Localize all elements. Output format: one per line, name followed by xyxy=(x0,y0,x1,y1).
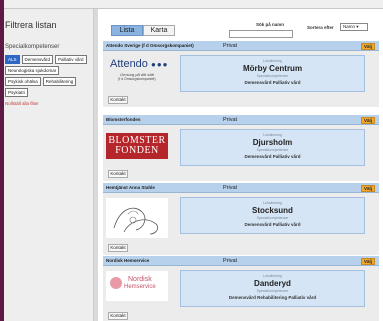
provider-name: Nordisk Hemservice xyxy=(106,258,150,263)
choose-button[interactable]: Välj xyxy=(361,116,375,124)
choose-button[interactable]: Välj xyxy=(361,257,375,265)
card-header: Attendo Sverige (f d Omsorgskompaniet) P… xyxy=(103,41,379,51)
provider-card: Nordisk Hemservice Privat Välj Nordisk H… xyxy=(103,256,379,321)
provider-type: Privat xyxy=(223,116,238,123)
location-label: Lokalisering xyxy=(263,59,282,63)
logo-wordmark-top: Nordisk xyxy=(128,276,152,283)
tag-psykiatri[interactable]: Psykiatri xyxy=(5,88,29,97)
choose-button[interactable]: Välj xyxy=(361,42,375,50)
tag-psykisk-ohalsa[interactable]: Psykisk ohälsa xyxy=(5,77,41,86)
nordisk-hemservice-logo: Nordisk Hemservice xyxy=(106,271,168,301)
location-box: Lokalisering Stocksund Specialkompetense… xyxy=(180,197,365,234)
location-box: Lokalisering Mörby Centrum Specialkompet… xyxy=(180,55,365,92)
logo-rings-icon: ●●● xyxy=(150,60,169,69)
clear-filters-link[interactable]: Nollställ alla filter xyxy=(5,101,39,106)
search-input[interactable] xyxy=(229,30,293,38)
map-view-button[interactable]: Karta xyxy=(143,25,175,36)
location-city: Danderyd xyxy=(254,279,291,288)
specialty-tag-list: ALS Demensvård Palliativ vård Neurologis… xyxy=(5,55,91,97)
tag-palliativ-vard[interactable]: Palliativ vård xyxy=(55,55,87,64)
list-view-button[interactable]: Lista xyxy=(111,25,143,36)
top-bar xyxy=(4,0,383,9)
flower-icon xyxy=(110,277,122,289)
specialties-list: Demensvård Palliativ vård xyxy=(244,80,301,85)
specialties-list: Demensvård Palliativ vård xyxy=(244,154,301,159)
provider-type: Privat xyxy=(223,257,238,264)
location-label: Lokalisering xyxy=(263,133,282,137)
provider-card: Blomsterfonden Privat Välj BLOMSTER FOND… xyxy=(103,115,379,181)
tag-als[interactable]: ALS xyxy=(5,55,20,64)
hands-sketch-icon xyxy=(113,207,158,235)
logo-wordmark: Attendo xyxy=(110,58,148,70)
location-box: Lokalisering Djursholm Specialkompetense… xyxy=(180,129,365,166)
provider-type: Privat xyxy=(223,42,238,49)
sort-label: Sortera efter xyxy=(307,25,334,30)
location-city: Mörby Centrum xyxy=(242,64,303,73)
provider-type: Privat xyxy=(223,184,238,191)
logo-subtitle: (f d Omsorgskompaniet) xyxy=(118,77,156,81)
provider-name: Blomsterfonden xyxy=(106,117,141,122)
specialties-list: Demensvård Rehabilitering Palliativ vård xyxy=(228,295,317,300)
card-header: Nordisk Hemservice Privat Välj xyxy=(103,256,379,266)
specialties-heading: Specialkompetenser xyxy=(256,148,289,152)
main-content: Lista Karta Sök på namn Sortera efter Na… xyxy=(98,9,383,321)
attendo-logo: Attendo ●●● Omsorg på ditt sätt (f d Oms… xyxy=(106,55,168,93)
contact-button[interactable]: Kontakt xyxy=(108,312,128,320)
tag-rehabilitering[interactable]: Rehabilitering xyxy=(42,77,77,86)
blomsterfonden-logo: BLOMSTER FONDEN xyxy=(106,133,168,159)
contact-button[interactable]: Kontakt xyxy=(108,96,128,104)
provider-card: Attendo Sverige (f d Omsorgskompaniet) P… xyxy=(103,41,379,107)
logo-wordmark-bottom: FONDEN xyxy=(115,145,159,156)
provider-name: Hemtjänst Anna Stahle xyxy=(106,185,155,190)
tag-neurologiska-sjukdomar[interactable]: Neurologiska sjukdomar xyxy=(5,66,60,75)
contact-button[interactable]: Kontakt xyxy=(108,170,128,178)
search-label: Sök på namn xyxy=(256,22,285,27)
tag-demensvard[interactable]: Demensvård xyxy=(21,55,54,64)
card-header: Blomsterfonden Privat Välj xyxy=(103,115,379,125)
logo-wordmark-bottom: Hemservice xyxy=(124,284,156,290)
location-label: Lokalisering xyxy=(263,201,282,205)
location-label: Lokalisering xyxy=(263,274,282,278)
sketch-logo xyxy=(106,198,168,238)
specialties-heading: Specialkompetenser xyxy=(256,216,289,220)
provider-name: Attendo Sverige (f d Omsorgskompaniet) xyxy=(106,43,194,48)
location-city: Stocksund xyxy=(252,206,293,215)
specialties-heading: Specialkompetenser xyxy=(256,289,289,293)
specialties-list: Demensvård Palliativ vård xyxy=(244,222,301,227)
contact-button[interactable]: Kontakt xyxy=(108,244,128,252)
choose-button[interactable]: Välj xyxy=(361,184,375,192)
sort-select[interactable]: Namn ▾ xyxy=(340,23,368,31)
filter-title: Filtrera listan xyxy=(5,20,57,30)
provider-card: Hemtjänst Anna Stahle Privat Välj Lokali… xyxy=(103,183,379,255)
location-box: Lokalisering Danderyd Specialkompetenser… xyxy=(180,270,365,307)
location-city: Djursholm xyxy=(252,138,293,147)
specialties-label: Specialkompetenser xyxy=(5,44,60,50)
view-toggle: Lista Karta xyxy=(111,25,175,36)
specialties-heading: Specialkompetenser xyxy=(256,74,289,78)
card-header: Hemtjänst Anna Stahle Privat Välj xyxy=(103,183,379,193)
